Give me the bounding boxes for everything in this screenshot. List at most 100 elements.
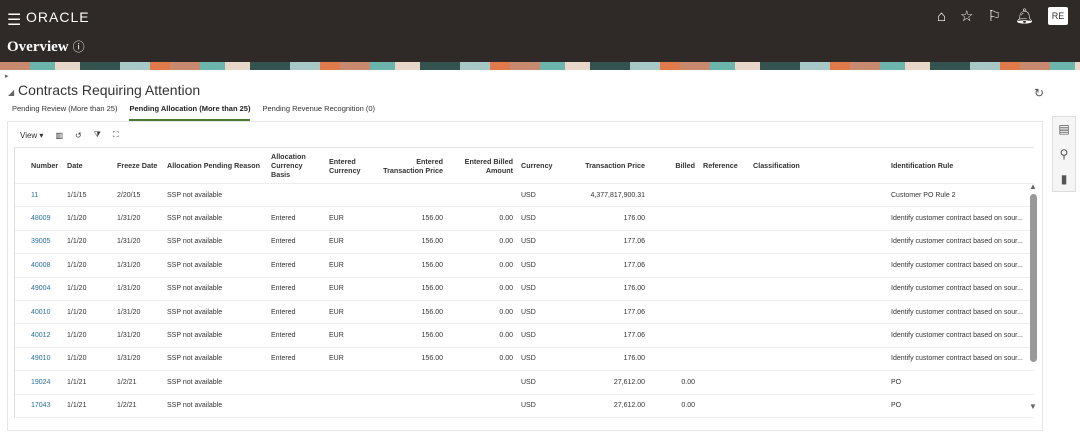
table-row[interactable]: 40008 1/1/20 1/31/20 SSP not available Enter… — [15, 254, 1034, 278]
menu-icon[interactable]: ☰ — [7, 10, 21, 30]
table-cell: USD — [521, 332, 536, 340]
table-cell: Identify customer contract based on sour… — [891, 261, 1023, 269]
table-cell: USD — [521, 355, 536, 363]
expand-panel-icon[interactable]: ▸ — [5, 72, 9, 80]
detach-icon[interactable]: ⛶ — [113, 130, 119, 140]
table-cell: SSP not available — [167, 332, 223, 340]
table-cell: 0.00 — [499, 285, 513, 293]
table-cell: 156.00 — [421, 238, 443, 246]
tab-pending-review[interactable]: Pending Review (More than 25) — [12, 104, 117, 121]
table-cell: 27,612.00 — [613, 378, 645, 386]
scrollbar-thumb[interactable] — [1029, 194, 1037, 362]
user-avatar[interactable]: RE — [1048, 7, 1068, 25]
scroll-up-icon[interactable]: ▲ — [1027, 182, 1039, 191]
table-cell: SSP not available — [167, 191, 223, 199]
flag-icon[interactable]: ⚐ — [988, 7, 1001, 25]
help-icon[interactable]: ⓘ — [73, 40, 85, 54]
contract-number-link[interactable]: 40010 — [27, 309, 63, 316]
column-header[interactable]: Allocation Currency Basis — [267, 152, 325, 179]
column-header[interactable]: Date — [63, 161, 113, 170]
column-header[interactable]: Number — [27, 161, 63, 170]
table-row[interactable]: 48009 1/1/20 1/31/20 SSP not available Enter… — [15, 207, 1034, 231]
vertical-scrollbar[interactable]: ▲ ▼ — [1027, 182, 1039, 412]
table-header-row: Number Date Freeze Date Allocation Pending … — [15, 148, 1034, 184]
reset-icon[interactable]: ↺ — [75, 131, 82, 140]
contract-number-link[interactable]: 40008 — [27, 262, 63, 269]
table-cell: Identify customer contract based on sour… — [891, 332, 1023, 340]
search-icon[interactable]: ⚲ — [1060, 147, 1069, 161]
contract-number-link[interactable]: 39005 — [27, 238, 63, 245]
contract-number-link[interactable]: 40012 — [27, 332, 63, 339]
columns-icon[interactable]: ▥ — [55, 131, 63, 140]
tab-pending-revenue-recognition[interactable]: Pending Revenue Recognition (0) — [262, 104, 375, 121]
column-header[interactable]: Entered Transaction Price — [375, 157, 447, 175]
contract-number-link[interactable]: 48009 — [27, 215, 63, 222]
chart-icon[interactable]: ▮ — [1061, 172, 1068, 186]
table-cell: PO — [891, 402, 902, 410]
table-cell: 1/1/20 — [67, 261, 87, 269]
tab-pending-allocation[interactable]: Pending Allocation (More than 25) — [129, 104, 251, 121]
column-header[interactable]: Entered Billed Amount — [447, 157, 517, 175]
tab-bar: Pending Review (More than 25) Pending Al… — [12, 104, 375, 121]
table-cell: Customer PO Rule 2 — [891, 191, 956, 199]
oracle-logo[interactable]: ORACLE — [26, 9, 90, 25]
table-row[interactable]: 39005 1/1/20 1/31/20 SSP not available Enter… — [15, 231, 1034, 255]
table-row[interactable]: 40012 1/1/20 1/31/20 SSP not available Enter… — [15, 324, 1034, 348]
contract-number-link[interactable]: 49004 — [27, 285, 63, 292]
table-cell: EUR — [329, 238, 344, 246]
table-cell: 0.00 — [499, 261, 513, 269]
notifications-bell-icon[interactable]: 🔔︎ — [1015, 7, 1034, 25]
contract-number-link[interactable]: 19024 — [27, 379, 63, 386]
table-cell: 156.00 — [421, 332, 443, 340]
document-icon[interactable]: ▤ — [1058, 122, 1069, 136]
table-cell: 1/1/21 — [67, 402, 87, 410]
view-menu[interactable]: View ▾ — [20, 131, 43, 140]
column-header[interactable]: Allocation Pending Reason — [163, 161, 267, 170]
table-cell: EUR — [329, 215, 344, 223]
section-title[interactable]: ◢ Contracts Requiring Attention — [8, 82, 200, 98]
table-cell: SSP not available — [167, 238, 223, 246]
column-header[interactable]: Freeze Date — [113, 161, 163, 170]
column-header[interactable]: Reference — [699, 161, 749, 170]
table-cell: 1/31/20 — [117, 215, 141, 223]
table-cell: USD — [521, 402, 536, 410]
table-cell: 0.00 — [499, 355, 513, 363]
column-header[interactable]: Entered Currency — [325, 157, 375, 175]
column-header[interactable]: Billed — [649, 161, 699, 170]
table-cell: Entered — [271, 308, 296, 316]
scroll-down-icon[interactable]: ▼ — [1027, 402, 1039, 411]
contract-number-link[interactable]: 49010 — [27, 355, 63, 362]
table-cell: 27,612.00 — [613, 402, 645, 410]
home-icon[interactable]: ⌂ — [937, 8, 946, 25]
collapse-icon[interactable]: ◢ — [8, 88, 14, 97]
contract-number-link[interactable]: 11 — [27, 192, 63, 199]
table-cell: EUR — [329, 355, 344, 363]
table-cell: Entered — [271, 285, 296, 293]
table-row[interactable]: 49004 1/1/20 1/31/20 SSP not available Enter… — [15, 278, 1034, 301]
table-row[interactable]: 11 1/1/15 2/20/15 SSP not available USD 4,377… — [15, 184, 1034, 208]
table-cell: Entered — [271, 261, 296, 269]
filter-icon[interactable]: ⧩ — [94, 130, 101, 140]
column-header[interactable]: Transaction Price — [565, 161, 649, 170]
favorites-star-icon[interactable]: ☆ — [960, 7, 973, 25]
contract-number-link[interactable]: 17043 — [27, 402, 63, 409]
table-cell: SSP not available — [167, 261, 223, 269]
table-cell: 1/1/15 — [67, 191, 87, 199]
column-header[interactable]: Identification Rule — [887, 161, 1047, 170]
side-toolbar: ▤ ⚲ ▮ — [1052, 116, 1076, 192]
table-row[interactable]: 17043 1/1/21 1/2/21 SSP not available USD 27,… — [15, 395, 1034, 418]
table-cell: 1/31/20 — [117, 355, 141, 363]
section-title-text: Contracts Requiring Attention — [18, 82, 201, 98]
table-row[interactable]: 40010 1/1/20 1/31/20 SSP not available Enter… — [15, 301, 1034, 325]
refresh-icon[interactable]: ↻ — [1034, 86, 1044, 100]
column-header[interactable]: Currency — [517, 161, 565, 170]
table-row[interactable]: 19024 1/1/21 1/2/21 SSP not available USD 27,… — [15, 371, 1034, 395]
decorative-banner — [0, 62, 1080, 70]
column-header[interactable]: Classification — [749, 161, 887, 170]
page-title: Overview ⓘ — [7, 38, 85, 56]
table-cell: SSP not available — [167, 285, 223, 293]
table-cell: 0.00 — [499, 308, 513, 316]
contracts-table: Number Date Freeze Date Allocation Pending … — [14, 147, 1034, 418]
table-row[interactable]: 49010 1/1/20 1/31/20 SSP not available Enter… — [15, 348, 1034, 372]
table-cell: SSP not available — [167, 402, 223, 410]
